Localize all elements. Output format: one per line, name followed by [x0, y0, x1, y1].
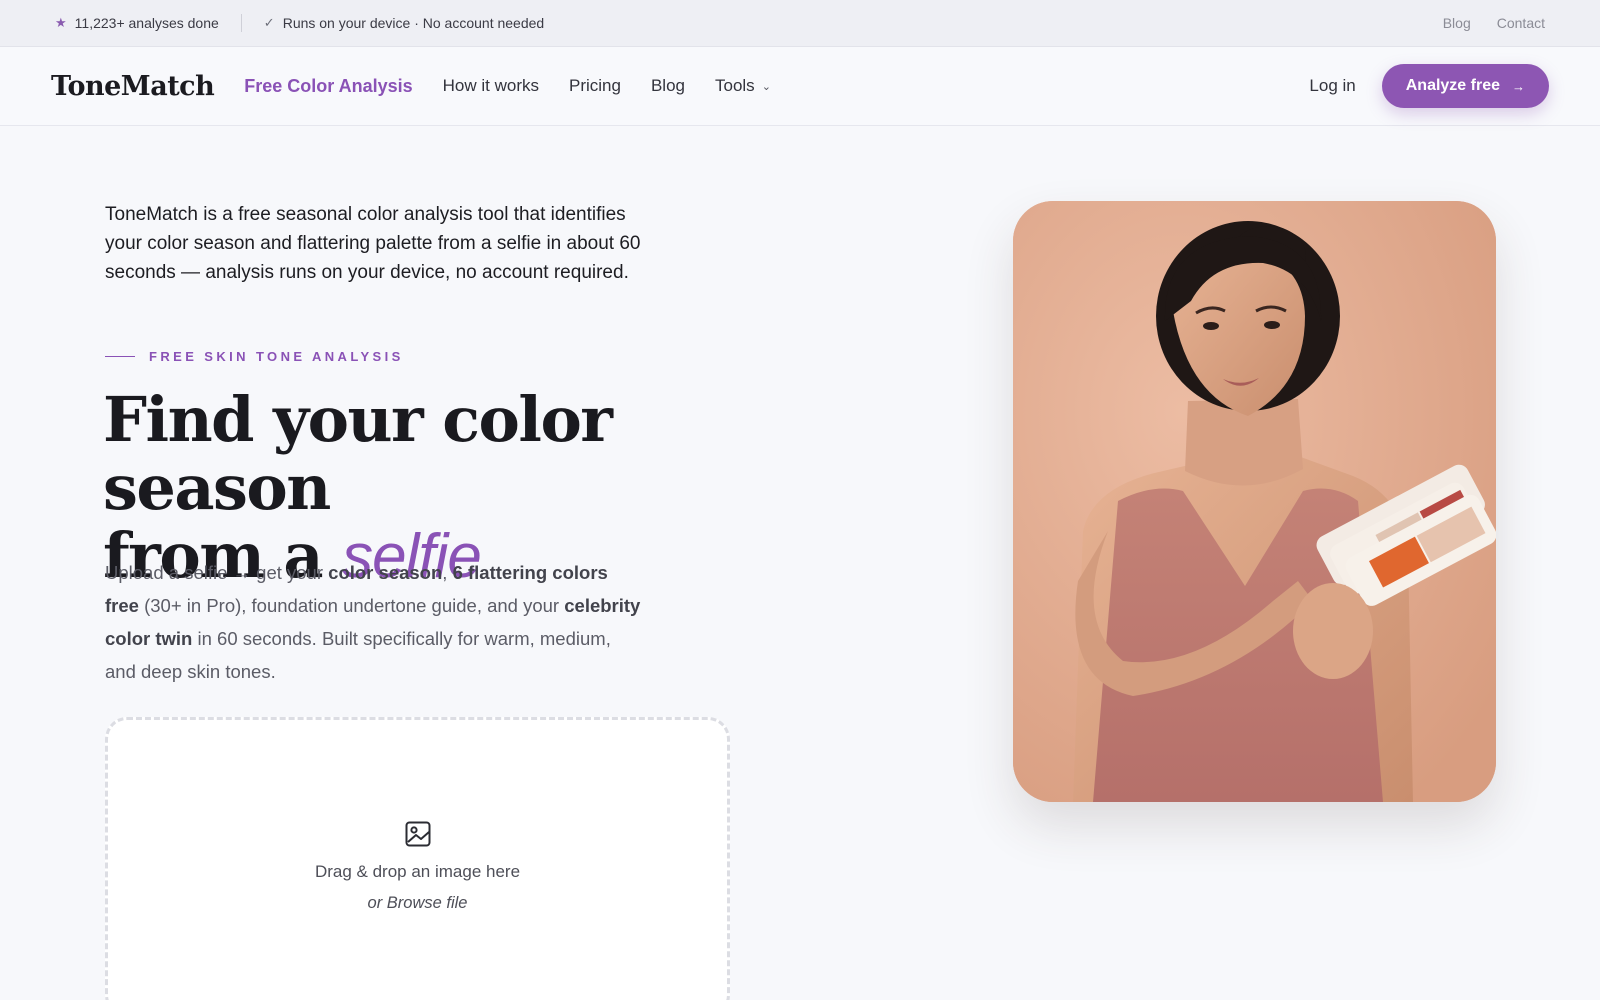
hero-description: Upload a selfie → get your color season,…: [105, 556, 645, 688]
topbar-links: Blog Contact: [1443, 15, 1545, 31]
nav-pricing[interactable]: Pricing: [569, 76, 621, 96]
nav-free-color-analysis[interactable]: Free Color Analysis: [244, 76, 412, 97]
desc-part-1: Upload a selfie → get your: [105, 562, 329, 583]
headline-line-1: Find your color season: [103, 383, 613, 524]
login-link[interactable]: Log in: [1309, 76, 1355, 96]
chevron-down-icon: ⌄: [761, 80, 771, 93]
analyze-free-label: Analyze free: [1405, 77, 1500, 94]
announcement-bar: ★ 11,223+ analyses done ✓ Runs on your d…: [0, 0, 1600, 47]
privacy-note: ✓ Runs on your device · No account neede…: [264, 15, 544, 31]
nav-tools-dropdown[interactable]: Tools ⌄: [715, 76, 771, 96]
arrow-right-icon: →: [1512, 78, 1525, 94]
eyebrow-line: [105, 356, 135, 357]
upload-content: Drag & drop an image here or Browse file: [108, 820, 727, 913]
topbar-contact-link[interactable]: Contact: [1497, 15, 1545, 31]
upload-dropzone[interactable]: Drag & drop an image here or Browse file: [105, 717, 730, 1000]
main-nav: ToneMatch Free Color Analysis How it wor…: [0, 47, 1600, 126]
nav-actions: Log in Analyze free →: [1309, 64, 1549, 108]
nav-how-it-works[interactable]: How it works: [443, 76, 539, 96]
topbar-blog-link[interactable]: Blog: [1443, 15, 1471, 31]
hero-photo: [1013, 201, 1496, 802]
nav-tools-label: Tools: [715, 76, 755, 95]
divider: [240, 14, 242, 32]
woman-with-swatches-illustration: [1013, 201, 1496, 802]
intro-text: ToneMatch is a free seasonal color analy…: [105, 204, 641, 283]
drag-drop-text: Drag & drop an image here: [314, 862, 521, 881]
eyebrow-text: FREE SKIN TONE ANALYSIS: [149, 349, 404, 364]
analyses-count: ★ 11,223+ analyses done: [55, 15, 219, 31]
browse-file-link[interactable]: or Browse file: [368, 894, 468, 913]
eyebrow: FREE SKIN TONE ANALYSIS: [105, 349, 404, 364]
desc-part-2: ,: [442, 562, 453, 583]
analyses-count-text: 11,223+ analyses done: [74, 15, 219, 31]
desc-part-3: (30+ in Pro), foundation undertone guide…: [138, 595, 565, 616]
check-icon: ✓: [263, 15, 275, 30]
logo[interactable]: ToneMatch: [51, 71, 215, 102]
nav-blog[interactable]: Blog: [651, 76, 685, 96]
analyze-free-button[interactable]: Analyze free →: [1381, 64, 1549, 108]
nav-links: Free Color Analysis How it works Pricing…: [244, 76, 771, 97]
image-icon: [405, 821, 430, 847]
privacy-note-text: Runs on your device · No account needed: [282, 15, 545, 31]
desc-bold-color-season: color season: [328, 562, 443, 583]
star-icon: ★: [55, 15, 67, 30]
